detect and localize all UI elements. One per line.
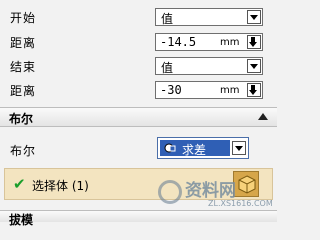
select-body-label: 选择体 (1): [32, 179, 89, 193]
watermark-text: 资料网: [185, 181, 236, 201]
draft-section-header[interactable]: 拔模: [0, 210, 277, 227]
chevron-down-icon[interactable]: [232, 141, 246, 155]
start-distance-unit: mm: [220, 37, 240, 48]
boolean-section-header[interactable]: 布尔: [0, 107, 277, 127]
watermark-logo: [158, 180, 182, 204]
collapse-up-icon[interactable]: [257, 111, 269, 123]
end-distance-label: 距离: [10, 84, 37, 98]
chevron-down-icon[interactable]: [247, 59, 261, 73]
end-type-value: 值: [161, 61, 174, 75]
end-distance-row: 距离 -30 mm: [0, 79, 277, 101]
start-label: 开始: [10, 11, 37, 25]
start-type-dropdown[interactable]: 值: [155, 8, 263, 26]
boolean-type-value: 求差: [182, 143, 207, 157]
end-type-dropdown[interactable]: 值: [155, 57, 263, 75]
cube-select-icon: [238, 175, 256, 194]
boolean-label: 布尔: [10, 144, 37, 158]
boolean-section-title: 布尔: [9, 112, 34, 126]
end-label: 结束: [10, 60, 37, 74]
boolean-selected-highlight: 求差: [160, 140, 230, 157]
subtract-icon: [164, 143, 176, 153]
end-distance-unit: mm: [220, 85, 240, 96]
start-distance-input[interactable]: -14.5 mm: [155, 33, 263, 51]
watermark-subtext: ZL.XS1616.COM: [208, 199, 273, 208]
check-icon: ✔: [13, 175, 26, 193]
options-down-icon[interactable]: [247, 83, 261, 97]
start-distance-row: 距离 -14.5 mm: [0, 31, 277, 53]
start-distance-label: 距离: [10, 36, 37, 50]
start-row: 开始 值: [0, 6, 277, 28]
chevron-down-icon[interactable]: [247, 10, 261, 24]
end-distance-input[interactable]: -30 mm: [155, 81, 263, 99]
select-body-button[interactable]: [233, 171, 259, 197]
end-row: 结束 值: [0, 55, 277, 77]
boolean-type-dropdown[interactable]: 求差: [157, 137, 249, 159]
options-down-icon[interactable]: [247, 35, 261, 49]
end-distance-value: -30: [160, 83, 182, 97]
start-distance-value: -14.5: [160, 35, 197, 49]
extrude-dialog-panel: 开始 值 距离 -14.5 mm 结束 值 距离 -30 mm 布尔 布尔 求差…: [0, 0, 277, 227]
draft-section-title: 拔模: [9, 213, 34, 227]
start-type-value: 值: [161, 12, 174, 26]
